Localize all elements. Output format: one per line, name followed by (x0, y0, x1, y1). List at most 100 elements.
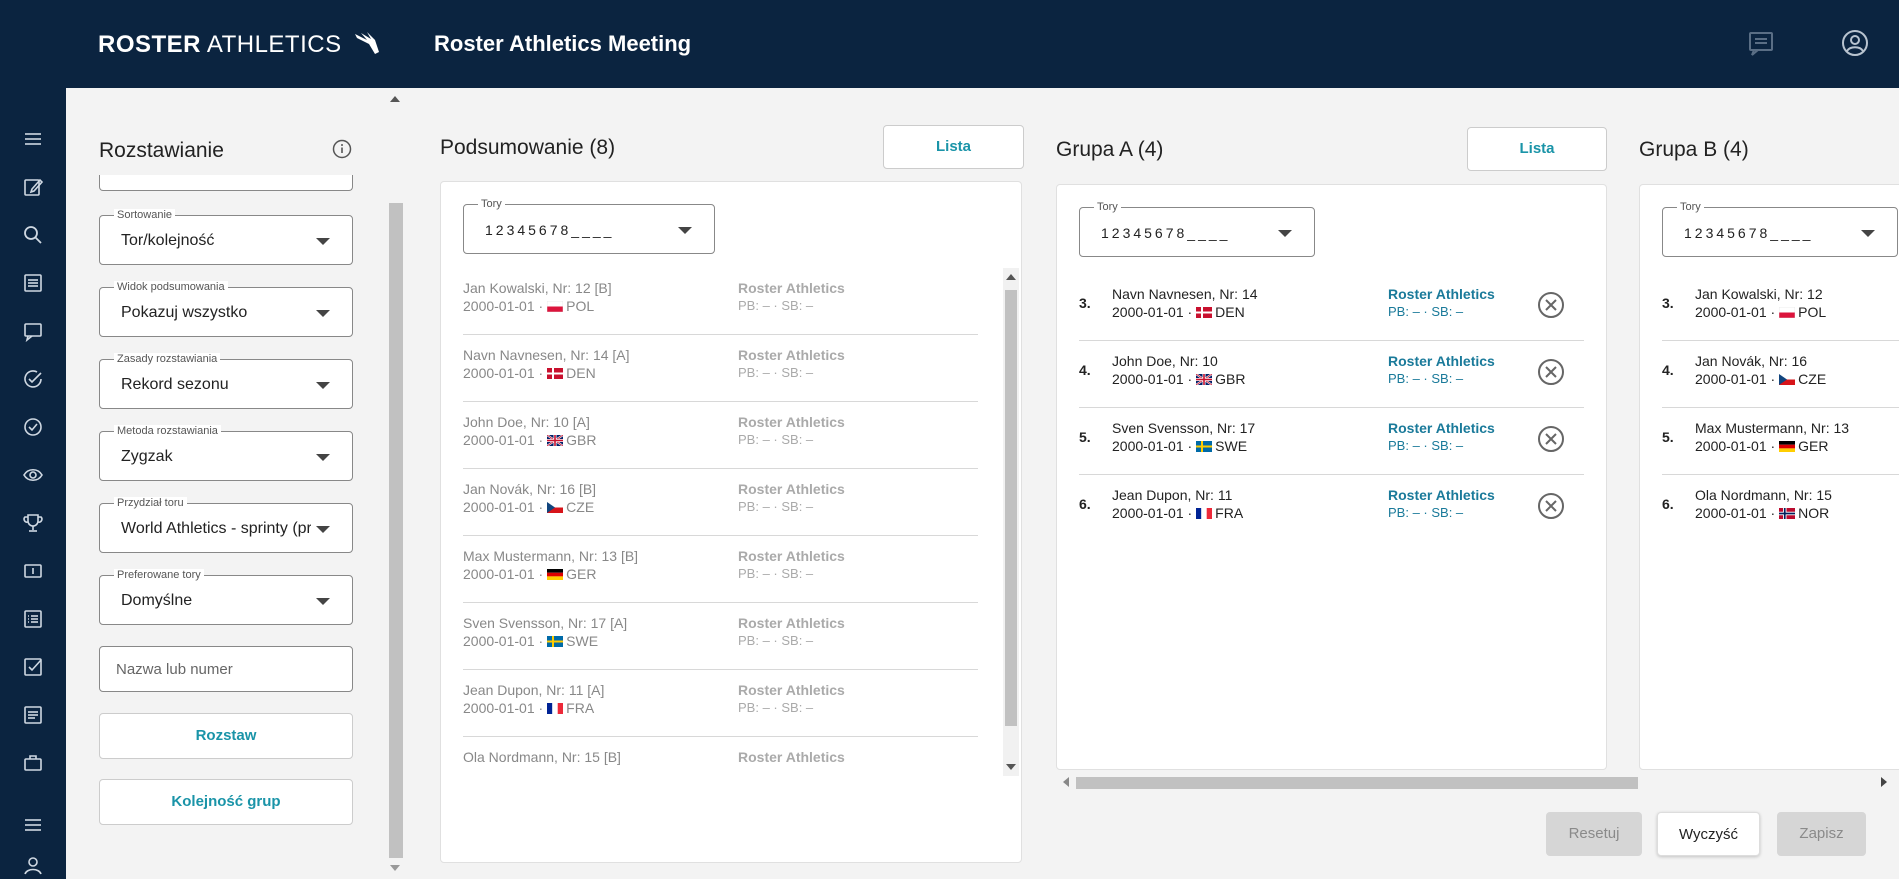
group-order-button[interactable]: Kolejność grup (99, 779, 353, 825)
menu-icon[interactable] (22, 814, 44, 836)
athlete-birthdate-country: 2000-01-01 · FRA (1112, 505, 1243, 521)
personal-season-best: PB: – · SB: – (738, 700, 814, 715)
personal-season-best: PB: – · SB: – (1388, 304, 1464, 319)
athlete-row[interactable]: 5. Sven Svensson, Nr: 17 2000-01-01 · SWE Ro… (1079, 408, 1584, 475)
birthdate: 2000-01-01 · (1695, 304, 1776, 320)
summary-view-select[interactable]: Widok podsumowania Pokazuj wszystko (99, 281, 353, 337)
athlete-row[interactable]: Navn Navnesen, Nr: 14 [A] 2000-01-01 · DEN… (463, 335, 978, 402)
athlete-row[interactable]: 5. Max Mustermann, Nr: 13 2000-01-01 · GER (1662, 408, 1899, 475)
personal-season-best: PB: – · SB: – (738, 432, 814, 447)
briefcase-icon[interactable] (22, 752, 44, 774)
summary-lanes-select[interactable]: Tory 12345678____ (463, 198, 715, 254)
athlete-name: Ola Nordmann, Nr: 15 [B] (463, 749, 621, 765)
remove-athlete-icon[interactable] (1536, 357, 1566, 387)
athlete-birthdate-country: 2000-01-01 · CZE (463, 499, 594, 515)
search-icon[interactable] (22, 224, 44, 246)
club-name: Roster Athletics (1388, 353, 1495, 369)
scroll-left-icon[interactable] (1063, 777, 1069, 787)
athlete-row[interactable]: Jan Kowalski, Nr: 12 [B] 2000-01-01 · POL R… (463, 268, 978, 335)
scrollbar-thumb[interactable] (389, 203, 403, 858)
flag-cze-icon (547, 502, 564, 513)
clear-button[interactable]: Wyczyść (1657, 812, 1760, 856)
group-b-lanes-select[interactable]: Tory 12345678____ (1662, 201, 1898, 257)
athlete-birthdate-country: 2000-01-01 · DEN (463, 365, 596, 381)
chat-icon[interactable] (22, 320, 44, 342)
flag-ger-icon (547, 569, 564, 580)
summary-start-list-button[interactable]: Lista startowa (883, 125, 1024, 197)
groups-horizontal-scrollbar[interactable] (1060, 774, 1890, 790)
lane-assignment-select[interactable]: Przydział toru World Athletics - sprinty… (99, 497, 353, 553)
scrollbar-thumb[interactable] (1005, 290, 1017, 726)
name-or-number-input[interactable] (99, 646, 353, 692)
reset-button[interactable]: Resetuj (1546, 812, 1642, 856)
scoreboard-icon[interactable] (22, 560, 44, 582)
athlete-name: Jan Novák, Nr: 16 (1695, 353, 1808, 369)
athlete-row[interactable]: Max Mustermann, Nr: 13 [B] 2000-01-01 · GE… (463, 536, 978, 603)
group-a-start-list-button[interactable]: Lista startowa (1467, 127, 1607, 199)
chat-icon[interactable] (1746, 28, 1776, 58)
save-button[interactable]: Zapisz (1777, 812, 1866, 856)
athlete-row[interactable]: 6. Jean Dupon, Nr: 11 2000-01-01 · FRA Roste… (1079, 475, 1584, 542)
athlete-row[interactable]: Jan Novák, Nr: 16 [B] 2000-01-01 · CZE Rost… (463, 469, 978, 536)
athlete-row[interactable]: John Doe, Nr: 10 [A] 2000-01-01 · GBR Roste… (463, 402, 978, 469)
athlete-row[interactable]: 3. Jan Kowalski, Nr: 12 2000-01-01 · POL (1662, 274, 1899, 341)
summary-card: Tory 12345678____ Jan Kowalski, Nr: 12 [… (440, 181, 1022, 863)
birthdate: 2000-01-01 · (463, 566, 544, 582)
group-a-lanes-select[interactable]: Tory 12345678____ (1079, 201, 1315, 257)
seeding-rules-select[interactable]: Zasady rozstawiania Rekord sezonu (99, 353, 353, 409)
app-logo[interactable]: ROSTER ATHLETICS (98, 30, 383, 59)
info-icon[interactable] (331, 138, 353, 160)
remove-athlete-icon[interactable] (1536, 491, 1566, 521)
eye-icon[interactable] (22, 464, 44, 486)
athlete-row[interactable]: Ola Nordmann, Nr: 15 [B] Roster Athletics (463, 737, 978, 804)
scrolled-field[interactable] (99, 175, 353, 191)
flag-fra-icon (1196, 508, 1213, 519)
scroll-right-icon[interactable] (1881, 777, 1887, 787)
seeding-method-select[interactable]: Metoda rozstawiania Zygzak (99, 425, 353, 481)
athlete-row[interactable]: 4. John Doe, Nr: 10 2000-01-01 · GBR Roster … (1079, 341, 1584, 408)
athlete-row[interactable]: 3. Navn Navnesen, Nr: 14 2000-01-01 · DEN Ro… (1079, 274, 1584, 341)
seed-button[interactable]: Rozstaw (99, 713, 353, 759)
flag-fra-icon (547, 703, 564, 714)
scroll-up-icon[interactable] (1006, 274, 1016, 280)
person-icon[interactable] (22, 854, 44, 876)
summary-scrollbar[interactable] (1003, 268, 1019, 776)
birthdate: 2000-01-01 · (1112, 505, 1193, 521)
lane-position: 4. (1079, 362, 1091, 378)
page-title: Roster Athletics Meeting (434, 31, 692, 56)
dropdown-arrow-icon (316, 310, 330, 317)
remove-athlete-icon[interactable] (1536, 424, 1566, 454)
scroll-down-icon[interactable] (1006, 764, 1016, 770)
athlete-row[interactable]: Sven Svensson, Nr: 17 [A] 2000-01-01 · SWE… (463, 603, 978, 670)
athlete-row[interactable]: Jean Dupon, Nr: 11 [A] 2000-01-01 · FRA Ros… (463, 670, 978, 737)
group-a-card: Tory 12345678____ 3. Navn Navnesen, Nr: 1… (1056, 184, 1607, 770)
club-name: Roster Athletics (738, 414, 845, 430)
list-alt-icon[interactable] (22, 608, 44, 630)
check-circle-icon[interactable] (22, 368, 44, 390)
club-name: Roster Athletics (738, 481, 845, 497)
flag-den-icon (547, 368, 564, 379)
list-icon[interactable] (22, 272, 44, 294)
panel-scrollbar[interactable] (387, 88, 405, 879)
athlete-row[interactable]: 6. Ola Nordmann, Nr: 15 2000-01-01 · NOR (1662, 475, 1899, 542)
remove-athlete-icon[interactable] (1536, 290, 1566, 320)
article-icon[interactable] (22, 704, 44, 726)
scrollbar-thumb[interactable] (1076, 777, 1638, 789)
account-circle-icon[interactable] (1840, 28, 1870, 58)
preferred-lanes-select[interactable]: Preferowane tory Domyślne (99, 569, 353, 625)
trophy-icon[interactable] (22, 512, 44, 534)
athlete-name: Max Mustermann, Nr: 13 (1695, 420, 1850, 436)
athlete-birthdate-country: 2000-01-01 · NOR (1695, 505, 1829, 521)
athlete-row[interactable]: 4. Jan Novák, Nr: 16 2000-01-01 · CZE (1662, 341, 1899, 408)
scroll-down-icon[interactable] (390, 865, 400, 871)
country-code: POL (1798, 304, 1827, 320)
athlete-birthdate-country: 2000-01-01 · POL (1695, 304, 1826, 320)
sort-select[interactable]: Sortowanie Tor/kolejność (99, 209, 353, 265)
checkbox-icon[interactable] (22, 656, 44, 678)
menu-icon[interactable] (22, 128, 44, 150)
dropdown-arrow-icon (1861, 230, 1875, 237)
scroll-up-icon[interactable] (390, 96, 400, 102)
flag-pol-icon (547, 301, 564, 312)
check-circle-outline-icon[interactable] (22, 416, 44, 438)
edit-icon[interactable] (22, 176, 44, 198)
